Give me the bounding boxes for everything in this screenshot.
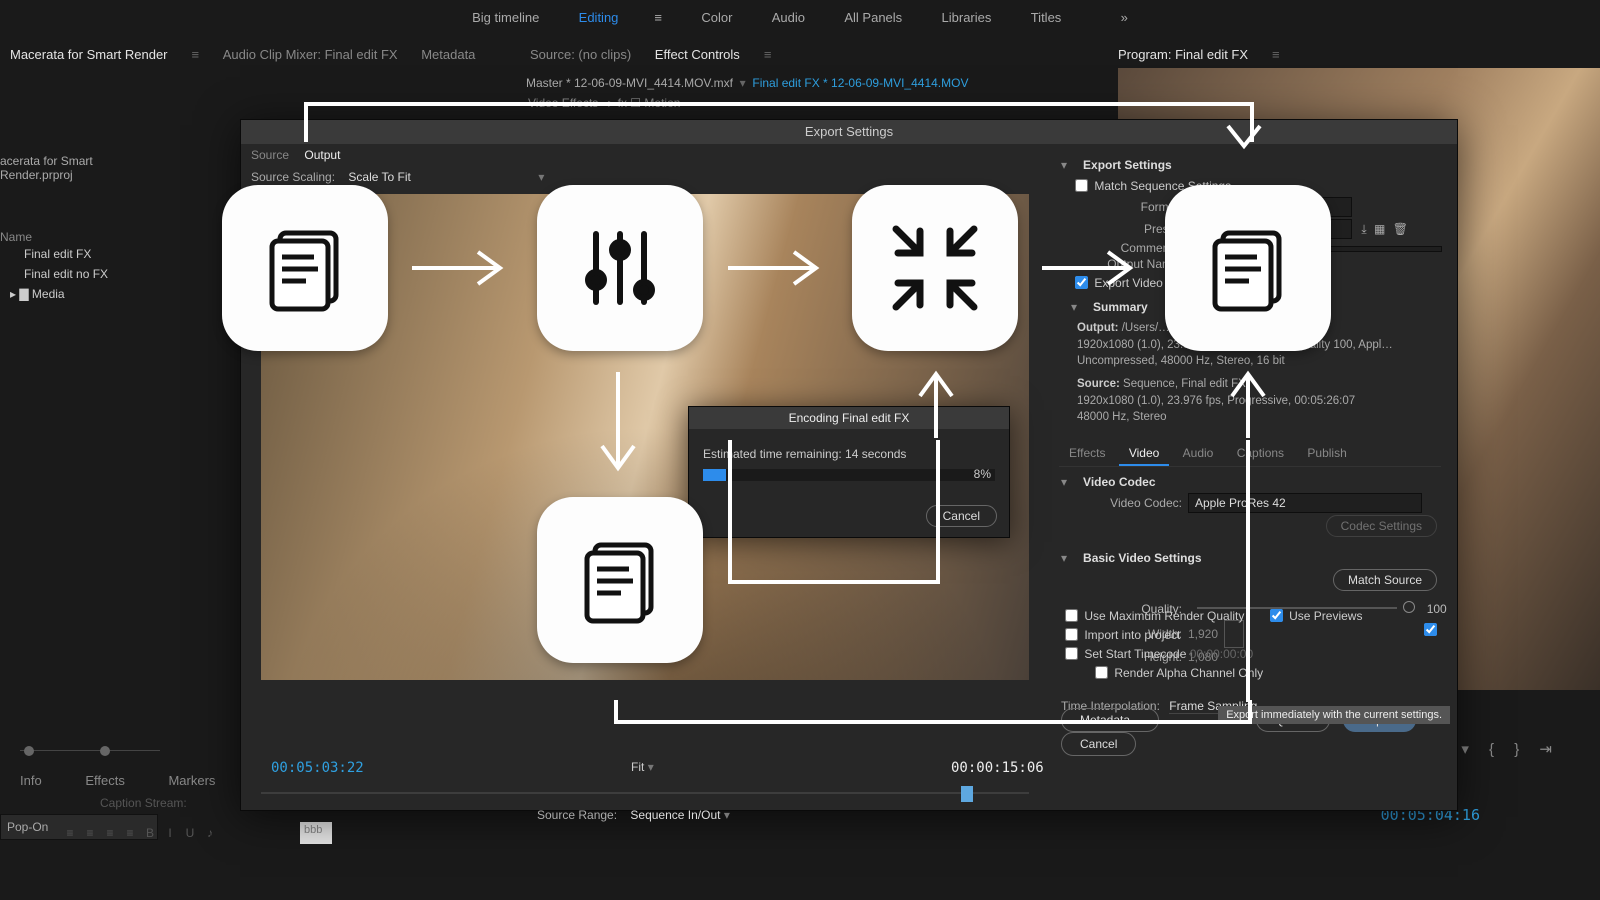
- caption-stream-label: Caption Stream:: [100, 796, 187, 810]
- subtab-video[interactable]: Video: [1119, 442, 1169, 466]
- left-panel-tabs: Macerata for Smart Render≡ Audio Clip Mi…: [0, 42, 485, 68]
- tab-program-menu[interactable]: ≡: [1262, 42, 1290, 68]
- mid-panel-tabs: Source: (no clips) Effect Controls≡: [520, 42, 781, 68]
- output-file-icon: [1165, 185, 1331, 351]
- subtab-effects[interactable]: Effects: [1059, 442, 1115, 464]
- step-out-icon[interactable]: ⇥: [1539, 741, 1552, 758]
- basic-video-header: Basic Video Settings: [1083, 551, 1201, 565]
- tab-macerata-menu[interactable]: ≡: [182, 42, 210, 68]
- project-filename: acerata for Smart Render.prproj: [0, 152, 165, 184]
- mark-in-icon[interactable]: {: [1489, 741, 1494, 758]
- tab-audio-clip-mixer[interactable]: Audio Clip Mixer: Final edit FX: [213, 42, 408, 68]
- ws-libraries[interactable]: Libraries: [924, 6, 1010, 30]
- workspace-bar: Big timeline Editing≡ Color Audio All Pa…: [0, 6, 1600, 30]
- tab-effects2[interactable]: Effects: [85, 773, 125, 788]
- source-range-row: Source Range: Sequence In/Out ▾: [537, 808, 730, 822]
- video-codec-dropdown[interactable]: Apple ProRes 42: [1188, 493, 1422, 513]
- bin-folder-media[interactable]: ▸ ▇ Media: [0, 284, 165, 304]
- video-codec-label: Video Codec:: [1077, 496, 1182, 510]
- range-marker-icon[interactable]: [961, 786, 973, 802]
- preset-delete-icon[interactable]: 🗑: [1393, 222, 1408, 236]
- ws-titles[interactable]: Titles: [1013, 6, 1080, 30]
- compress-icon: [852, 185, 1018, 351]
- chk-alpha-only[interactable]: Render Alpha Channel Only: [1091, 663, 1263, 682]
- export-in-timecode[interactable]: 00:05:03:22: [271, 760, 364, 776]
- add-marker-icon[interactable]: ▾: [1461, 741, 1469, 758]
- match-source-button[interactable]: Match Source: [1333, 569, 1437, 591]
- ws-big-timeline[interactable]: Big timeline: [454, 6, 557, 30]
- caption-toolbar: ≡≡≡≡BIU♪: [60, 826, 220, 840]
- encoding-title: Encoding Final edit FX: [689, 407, 1009, 429]
- project-name-header: Name: [0, 230, 165, 244]
- arrow-src-to-settings: [408, 248, 518, 288]
- subtab-audio[interactable]: Audio: [1173, 442, 1224, 464]
- source-range-label: Source Range:: [537, 808, 617, 822]
- diagram-under-route: [614, 698, 1254, 738]
- cache-file-icon: [537, 497, 703, 663]
- chk-max-quality[interactable]: Use Maximum Render Quality: [1061, 606, 1244, 625]
- tab-source[interactable]: Source: (no clips): [520, 42, 641, 68]
- ws-color[interactable]: Color: [683, 6, 750, 30]
- bin-item-final-edit-no-fx[interactable]: Final edit no FX: [0, 264, 165, 284]
- preset-import-icon[interactable]: ▦: [1374, 222, 1385, 236]
- source-file-icon: [222, 185, 388, 351]
- export-settings-header: Export Settings: [1083, 158, 1172, 172]
- color-swatch[interactable]: bbb: [300, 822, 332, 844]
- diagram-right-vertical: [1244, 440, 1252, 702]
- arrow-settings-to-compress: [724, 248, 834, 288]
- source-scaling-row: Source Scaling: Scale To Fit▾: [251, 170, 544, 184]
- source-scaling-dropdown[interactable]: Scale To Fit: [348, 170, 538, 184]
- tab-source2[interactable]: Source: [251, 148, 289, 162]
- settings-icon: [537, 185, 703, 351]
- diagram-enc-frame: [728, 438, 942, 586]
- subtab-publish[interactable]: Publish: [1297, 442, 1356, 464]
- program-transport-icons: ▾ { } ⇥: [1453, 740, 1560, 758]
- arrow-up-to-compress: [916, 368, 956, 442]
- tab-macerata[interactable]: Macerata for Smart Render: [0, 42, 178, 68]
- arrow-up-to-output: [1228, 368, 1268, 442]
- tab-effect-controls[interactable]: Effect Controls: [645, 42, 750, 68]
- ec-clip-path: Master * 12-06-09-MVI_4414.MOV.mxf ▾ Fin…: [526, 76, 968, 90]
- tab-info[interactable]: Info: [20, 773, 42, 788]
- project-panel: acerata for Smart Render.prproj Name Fin…: [0, 152, 165, 304]
- chk-start-timecode[interactable]: Set Start Timecode 00:00:00:00: [1061, 644, 1253, 663]
- export-duration: 00:00:15:06: [951, 760, 1044, 776]
- mark-out-icon[interactable]: }: [1514, 741, 1519, 758]
- chk-use-previews[interactable]: Use Previews: [1266, 606, 1363, 625]
- tab-metadata[interactable]: Metadata: [411, 42, 485, 68]
- arrow-compress-to-output: [1038, 248, 1148, 288]
- summary-header: Summary: [1093, 300, 1148, 314]
- project-zoom-slider[interactable]: [0, 742, 180, 760]
- source-range-dropdown[interactable]: Sequence In/Out: [630, 808, 720, 822]
- bin-item-final-edit-fx[interactable]: Final edit FX: [0, 244, 165, 264]
- tab-program[interactable]: Program: Final edit FX: [1108, 42, 1258, 68]
- chk-import-project[interactable]: Import into project: [1061, 625, 1180, 644]
- ws-editing[interactable]: Editing: [561, 6, 637, 30]
- ws-editing-menu[interactable]: ≡: [636, 6, 680, 30]
- codec-settings-button[interactable]: Codec Settings: [1326, 515, 1437, 537]
- tab-ec-menu[interactable]: ≡: [754, 42, 782, 68]
- ws-overflow-icon[interactable]: »: [1103, 6, 1146, 30]
- ws-audio[interactable]: Audio: [754, 6, 823, 30]
- encoding-percent: 8%: [974, 467, 991, 481]
- subtab-captions[interactable]: Captions: [1227, 442, 1294, 464]
- export-fit-dropdown[interactable]: Fit ▾: [631, 760, 691, 774]
- video-codec-header: Video Codec: [1083, 475, 1155, 489]
- preset-save-icon[interactable]: ⤓: [1361, 222, 1366, 236]
- diagram-top-brace: [304, 98, 1266, 158]
- source-scaling-label: Source Scaling:: [251, 170, 335, 184]
- export-bottom-checks: Use Maximum Render Quality Use Previews …: [1061, 606, 1457, 682]
- right-panel-tabs: Program: Final edit FX≡: [1108, 42, 1290, 68]
- arrow-settings-to-cache: [598, 368, 638, 486]
- ws-all-panels[interactable]: All Panels: [826, 6, 920, 30]
- export-range-bar[interactable]: [261, 786, 1029, 800]
- tab-markers[interactable]: Markers: [168, 773, 215, 788]
